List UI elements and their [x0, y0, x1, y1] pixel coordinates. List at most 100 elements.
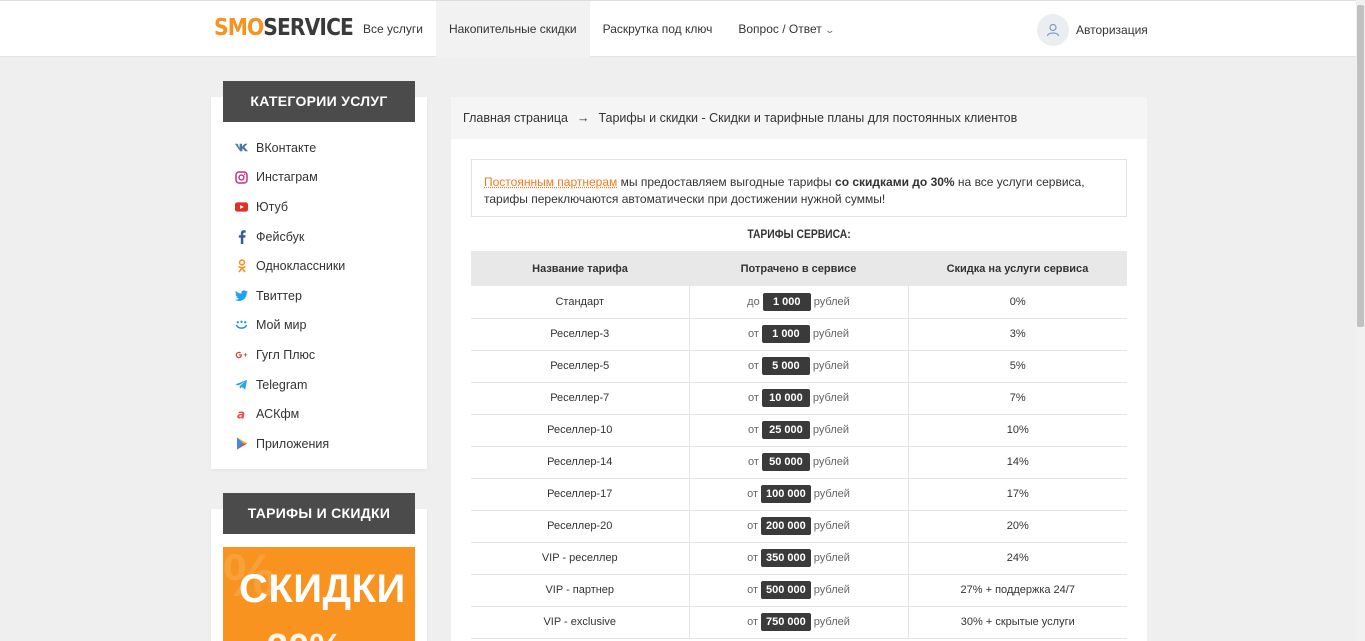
amount-prefix: от: [747, 424, 759, 436]
tariff-name: Реселлер-14: [471, 446, 690, 479]
amount-prefix: от: [747, 392, 759, 404]
info-notice: Постоянным партнерам мы предоставляем вы…: [471, 159, 1127, 217]
amount-badge: 1 000: [762, 292, 811, 311]
sidebar-item-label: Мой мир: [256, 318, 307, 333]
sidebar-item-googleplus[interactable]: Гугл Плюс: [211, 340, 427, 370]
sidebar-item-label: Одноклассники: [256, 259, 346, 274]
tariffs-table: Название тарифа Потрачено в сервисе Скид…: [471, 251, 1127, 639]
amount-prefix: от: [747, 584, 759, 596]
sidebar-item-twitter[interactable]: Твиттер: [211, 281, 427, 311]
table-row: Реселлер-3 от 1 000 рублей 3%: [471, 318, 1127, 351]
scrollbar-thumb[interactable]: [1357, 5, 1364, 327]
top-navbar: SMOSERVICE Все услуги Накопительные скид…: [0, 0, 1356, 58]
sidebar-item-label: Фейсбук: [256, 229, 305, 244]
sidebar-item-label: ВКонтакте: [256, 140, 317, 155]
logo-part-smo: SMO: [214, 15, 264, 41]
telegram-icon: [235, 378, 248, 391]
currency-label: рублей: [813, 552, 850, 564]
tariff-discount: 30% + скрытые услуги: [908, 606, 1127, 639]
tariff-name: Реселлер-5: [471, 350, 690, 383]
chevron-down-icon: ⌄: [824, 25, 835, 35]
vk-icon: [235, 141, 248, 154]
sidebar-item-odnoklassniki[interactable]: Одноклассники: [211, 251, 427, 281]
breadcrumb: Главная страница → Тарифы и скидки - Ски…: [451, 97, 1147, 139]
currency-label: рублей: [813, 295, 850, 308]
tariff-name: VIP - партнер: [471, 574, 690, 607]
sidebar-item-facebook[interactable]: Фейсбук: [211, 222, 427, 252]
categories-title: КАТЕГОРИИ УСЛУГ: [223, 81, 415, 122]
tariffs-table-body: Стандарт до 1 000 рублей 0% Реселлер-3 от 1 000…: [471, 286, 1127, 639]
tariff-discount: 7%: [908, 382, 1127, 415]
tariff-name: VIP - exclusive: [471, 606, 690, 639]
discount-banner[interactable]: % СКИДКИ 30%: [223, 547, 415, 641]
breadcrumb-home[interactable]: Главная страница: [463, 111, 568, 125]
tariff-discount: 27% + поддержка 24/7: [908, 574, 1127, 607]
sidebar-item-label: Ютуб: [256, 199, 289, 214]
column-header-spent: Потрачено в сервисе: [689, 251, 908, 286]
tariff-name: Стандарт: [471, 286, 690, 319]
tariff-spent: от 200 000 рублей: [689, 510, 909, 543]
auth-link[interactable]: Авторизация: [1037, 14, 1148, 46]
table-row: Реселлер-10 от 25 000 рублей 10%: [471, 414, 1127, 447]
tariff-spent: от 25 000 рублей: [689, 414, 909, 447]
youtube-icon: [235, 200, 248, 213]
sidebar-item-telegram[interactable]: Telegram: [211, 370, 427, 400]
sidebar-item-label: АСКфм: [256, 407, 300, 422]
categories-list: ВКонтакте Инстаграм Ютуб Фейсбук Однокла…: [211, 133, 427, 459]
odnoklassniki-icon: [235, 259, 248, 273]
currency-label: рублей: [812, 328, 850, 340]
amount-badge: 25 000: [761, 421, 810, 439]
sidebar-item-label: Инстаграм: [256, 170, 318, 185]
sidebar-item-label: Твиттер: [256, 288, 302, 303]
sidebar-item-moymir[interactable]: Мой мир: [211, 311, 427, 341]
main-content: Главная страница → Тарифы и скидки - Ски…: [451, 97, 1147, 641]
amount-prefix: до: [747, 295, 760, 308]
table-header-row: Название тарифа Потрачено в сервисе Скид…: [471, 251, 1127, 286]
table-row: VIP - реселлер от 350 000 рублей 24%: [471, 542, 1127, 575]
tariff-discount: 10%: [908, 414, 1127, 447]
tariff-spent: от 5 000 рублей: [689, 350, 909, 383]
sidebar-item-instagram[interactable]: Инстаграм: [211, 163, 427, 193]
sidebar-item-apps[interactable]: Приложения: [211, 429, 427, 459]
nav-faq[interactable]: Вопрос / Ответ ⌄: [725, 1, 846, 58]
sidebar-item-label: Гугл Плюс: [256, 347, 316, 362]
moymir-icon: [235, 319, 248, 332]
table-row: VIP - партнер от 500 000 рублей 27% + поддер…: [471, 574, 1127, 607]
partners-link[interactable]: Постоянным партнерам: [484, 175, 617, 189]
tariff-discount: 20%: [908, 510, 1127, 543]
tariff-discount: 17%: [908, 478, 1127, 511]
amount-prefix: от: [747, 360, 759, 372]
nav-all-services[interactable]: Все услуги: [350, 1, 436, 58]
nav-promotion[interactable]: Раскрутка под ключ: [590, 1, 726, 58]
tariff-spent: от 10 000 рублей: [689, 382, 909, 415]
tariff-name: Реселлер-7: [471, 382, 690, 415]
amount-badge: 500 000: [761, 581, 811, 599]
scrollbar[interactable]: [1356, 0, 1365, 641]
logo[interactable]: SMOSERVICE: [214, 15, 354, 41]
facebook-icon: [235, 229, 248, 244]
table-row: Реселлер-7 от 10 000 рублей 7%: [471, 382, 1127, 415]
sidebar-item-askfm[interactable]: a АСКфм: [211, 399, 427, 429]
sidebar-item-youtube[interactable]: Ютуб: [211, 192, 427, 222]
askfm-icon: a: [235, 408, 248, 421]
sidebar-item-vk[interactable]: ВКонтакте: [211, 133, 427, 163]
nav-discounts[interactable]: Накопительные скидки: [435, 1, 590, 58]
tariff-discount: 3%: [908, 318, 1127, 351]
amount-prefix: от: [747, 488, 759, 500]
sidebar-item-label: Приложения: [256, 436, 330, 451]
tariff-discount: 24%: [908, 542, 1127, 575]
auth-label: Авторизация: [1076, 23, 1148, 37]
column-header-discount: Скидка на услуги сервиса: [908, 251, 1127, 286]
tariff-name: VIP - реселлер: [471, 542, 690, 575]
currency-label: рублей: [813, 584, 850, 596]
currency-label: рублей: [812, 456, 850, 468]
table-row: Реселлер-14 от 50 000 рублей 14%: [471, 446, 1127, 479]
googleplus-icon: [235, 348, 248, 361]
amount-prefix: от: [747, 552, 759, 564]
amount-prefix: от: [747, 616, 759, 628]
tariff-name: Реселлер-10: [471, 414, 690, 447]
logo-part-service: SERVICE: [263, 15, 354, 41]
amount-prefix: от: [747, 520, 759, 532]
tariff-spent: до 1 000 рублей: [689, 286, 909, 319]
amount-prefix: от: [747, 456, 759, 468]
